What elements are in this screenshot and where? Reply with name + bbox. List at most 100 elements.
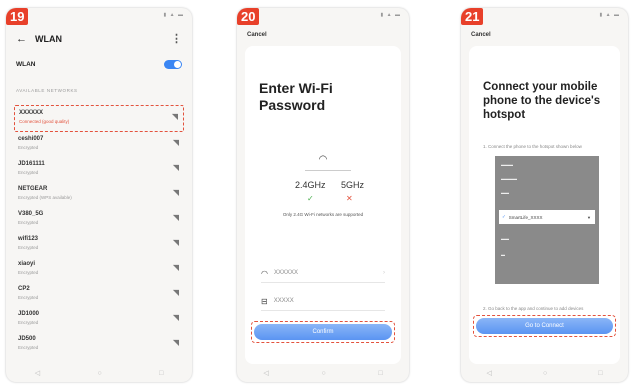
nav-recent-icon[interactable]: □ [159,370,163,377]
wifi-icon: ◠ [261,268,268,278]
page-title: Connect your mobile phone to the device'… [483,81,601,121]
lock-icon: ⊟ [261,296,268,306]
checkmark-icon: ✓ [502,214,506,219]
nav-home-icon[interactable]: ○ [321,370,325,377]
network-item[interactable]: ceshi007 Encrypted ◥ [14,132,184,157]
network-item[interactable]: XXXXXX Connected (good quality) ◥ [14,105,184,132]
nav-back-icon[interactable]: ◁ [35,369,40,377]
network-name: JD161111 [18,161,45,167]
wifi-signal-icon: ◥ [172,138,179,147]
wifi-signal-icon: ◥ [172,238,179,247]
back-arrow-icon[interactable]: ← [16,33,27,45]
network-item[interactable]: JD161111 Encrypted ◥ [14,157,184,182]
hotspot-name: SmartLife_XXXX [508,214,543,220]
confirm-button[interactable]: Confirm [254,324,392,340]
ssid-value: XXXXXX [273,270,298,276]
network-status: Encrypted (WPS available) [18,195,72,200]
network-status: Encrypted [18,170,39,175]
network-item[interactable]: V380_5G Encrypted ◥ [14,207,184,232]
network-item[interactable]: JD1000 Encrypted ◥ [14,307,184,332]
connect-highlight: Go to Connect [473,315,616,337]
support-note: Only 2.4G Wi-Fi networks are supported [282,212,364,217]
network-name: JD500 [18,336,36,342]
network-status: Connected (good quality) [19,119,70,124]
network-status: Encrypted [18,345,39,350]
network-status: Encrypted [18,270,39,275]
network-status: Encrypted [18,245,39,250]
network-name: ceshi007 [18,136,44,142]
page-title: WLAN [35,33,62,44]
wifi-signal-icon: ◥ [172,188,179,197]
nav-back-icon[interactable]: ◁ [487,369,492,377]
chevron-right-icon: › [383,270,385,276]
go-to-connect-button[interactable]: Go to Connect [476,318,613,334]
network-item[interactable]: CP2 Encrypted ◥ [14,282,184,307]
network-name: NETGEAR [18,186,48,192]
frequency-label: 2.4GHz [295,180,326,190]
nav-back-icon[interactable]: ◁ [263,369,268,377]
divider [305,170,351,171]
wlan-toggle-row: WLAN [16,60,182,69]
more-options-icon[interactable]: ⋮ [171,32,182,45]
status-bar-icons: ▮ ▲ ▬ [599,12,620,18]
illustration-row: ▬▬ [501,236,509,241]
wlan-toggle-label: WLAN [16,61,36,68]
network-item[interactable]: xiaoyi Encrypted ◥ [14,257,184,282]
network-list: XXXXXX Connected (good quality) ◥ ceshi0… [14,105,184,357]
network-name: V380_5G [18,211,44,217]
nav-home-icon[interactable]: ○ [97,370,101,377]
page-title: Enter Wi-Fi Password [259,80,333,113]
system-nav-bar: ◁ ○ □ [461,368,628,378]
illustration-row: ▬ [501,252,505,257]
wlan-header: ← WLAN ⋮ [16,32,182,46]
frequency-label: 5GHz [341,180,365,190]
network-item[interactable]: JD500 Encrypted ◥ [14,332,184,357]
system-nav-bar: ◁ ○ □ [6,368,192,378]
network-item[interactable]: NETGEAR Encrypted (WPS available) ◥ [14,182,184,207]
network-name: CP2 [18,286,30,292]
step-number-badge: 21 [461,8,484,25]
checkmark-icon: ✓ [307,194,314,203]
network-status: Encrypted [18,295,39,300]
nav-home-icon[interactable]: ○ [543,370,547,377]
wifi-signal-icon: ◥ [172,313,179,322]
password-field[interactable]: ⊟ XXXXX [261,292,385,311]
ssid-field[interactable]: ◠ XXXXXX › [261,264,385,283]
section-header: AVAILABLE NETWORKS [16,88,78,93]
wifi-signal-icon: ◥ [172,263,179,272]
network-status: Encrypted [18,320,39,325]
cancel-button[interactable]: Cancel [247,32,267,38]
phone-wlan-screen: 19 ▮ ▲ ▬ ← WLAN ⋮ WLAN AVAILABLE NETWORK… [6,8,192,382]
network-name: JD1000 [18,311,40,317]
phone-wifi-password-screen: 20 ▮ ▲ ▬ Cancel Enter Wi-Fi Password ◠ 2… [237,8,409,382]
wifi-icon: ▼ [587,214,591,220]
system-nav-bar: ◁ ○ □ [237,368,409,378]
wifi-signal-icon: ◥ [171,112,178,121]
illustration-row: ▬▬▬ [501,162,513,167]
network-name: XXXXXX [19,110,44,116]
network-item[interactable]: wifi123 Encrypted ◥ [14,232,184,257]
phone-hotspot-screen: 21 ▮ ▲ ▬ Cancel Connect your mobile phon… [461,8,628,382]
wifi-signal-icon: ◥ [172,288,179,297]
nav-recent-icon[interactable]: □ [598,370,602,377]
wifi-signal-icon: ◥ [172,338,179,347]
illustration-row: ▬▬▬▬ [501,176,517,181]
step-number-badge: 20 [237,8,260,25]
password-value: XXXXX [273,298,294,304]
network-status: Encrypted [18,145,39,150]
hotspot-entry: ✓ SmartLife_XXXX ▼ [499,210,595,224]
wlan-toggle[interactable] [164,60,182,69]
wifi-settings-illustration: ▬▬▬ ▬▬▬▬ ▬▬ ✓ SmartLife_XXXX ▼ ▬▬ ▬ [495,156,599,284]
wifi-signal-icon: ◥ [172,163,179,172]
network-name: xiaoyi [18,261,36,267]
wifi-signal-icon: ◥ [172,213,179,222]
status-bar-icons: ▮ ▲ ▬ [163,12,184,18]
cancel-button[interactable]: Cancel [471,32,491,38]
instruction-step-2: 2. Go back to the app and continue to ad… [483,306,584,311]
cross-icon: ✕ [346,194,353,203]
nav-recent-icon[interactable]: □ [378,370,382,377]
status-bar-icons: ▮ ▲ ▬ [380,12,401,18]
content-card: Enter Wi-Fi Password ◠ 2.4GHz 5GHz ✓ ✕ O… [245,46,401,364]
wifi-icon: ◠ [318,154,328,165]
illustration-row: ▬▬ [501,190,509,195]
